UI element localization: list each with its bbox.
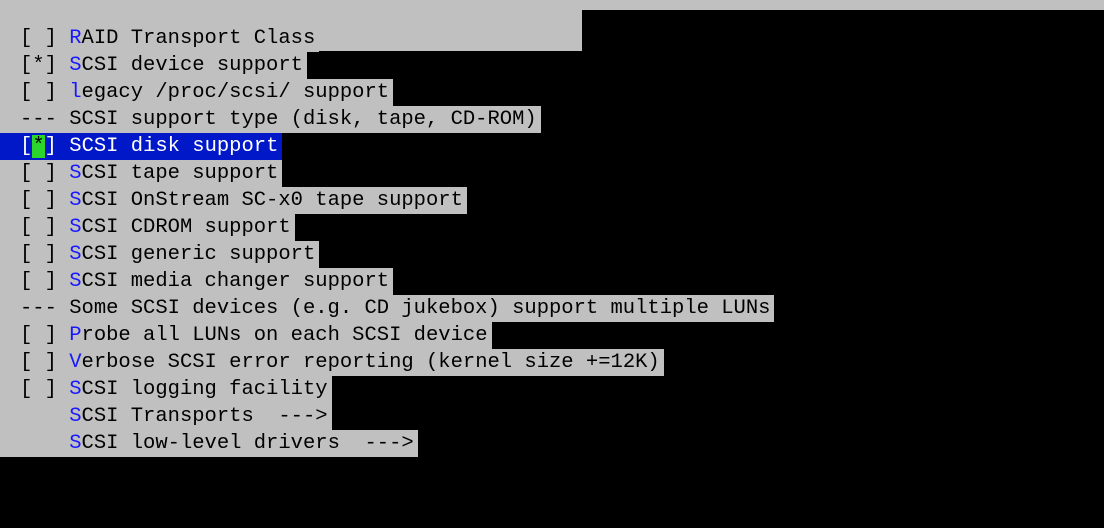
menu-item-label: CSI disk support [81,135,279,158]
hotkey-letter: S [69,243,82,266]
checkbox[interactable]: [ ] [20,162,57,185]
menu-item-line: --- SCSI support type (disk, tape, CD-RO… [0,106,541,133]
menu-item-line: [ ] SCSI generic support [0,241,320,268]
hotkey-letter: V [69,351,82,374]
menu-item[interactable]: [ ] RAID Transport Class [0,25,774,52]
hotkey-letter: S [69,378,82,401]
menu-item-label: robe all LUNs on each SCSI device [81,324,488,347]
menu-item[interactable]: [ ] Probe all LUNs on each SCSI device [0,322,774,349]
menu-frame-top [0,0,1104,10]
menu-item[interactable]: --- SCSI support type (disk, tape, CD-RO… [0,106,774,133]
checkbox[interactable]: [ ] [20,189,57,212]
menu-item-line: [ ] Verbose SCSI error reporting (kernel… [0,349,664,376]
checkbox[interactable]: [ ] [20,324,57,347]
menu-item[interactable]: [ ] SCSI OnStream SC-x0 tape support [0,187,774,214]
checkbox[interactable]: [ ] [20,81,57,104]
hotkey-letter: S [69,54,82,77]
checkbox[interactable]: [ ] [20,270,57,293]
menu-item-line: [ ] Probe all LUNs on each SCSI device [0,322,492,349]
menu-item-line: [*] SCSI device support [0,52,307,79]
menu-item[interactable]: [ ] legacy /proc/scsi/ support [0,79,774,106]
hotkey-letter: R [69,27,82,50]
hotkey-letter: S [69,270,82,293]
menu-item-line: [ ] legacy /proc/scsi/ support [0,79,394,106]
menu-item-label: SCSI support type (disk, tape, CD-ROM) [69,108,537,131]
checkbox[interactable]: [ ] [20,216,57,239]
menu-item-line: [*] SCSI disk support [0,133,283,160]
hotkey-letter: l [69,81,82,104]
checkbox[interactable]: [*] [20,54,57,77]
menu-item-label: CSI Transports ---> [81,405,328,428]
hotkey-letter: S [69,432,82,455]
menu-item-label: AID Transport Class [81,27,316,50]
hotkey-letter: S [69,189,82,212]
terminal-screen: [ ] RAID Transport Class [*] SCSI device … [0,0,1104,528]
menu-item-label: CSI OnStream SC-x0 tape support [81,189,463,212]
hotkey-letter: S [69,135,82,158]
menu-item-label: CSI CDROM support [81,216,291,239]
menu-item[interactable]: SCSI Transports ---> [0,403,774,430]
menu-item[interactable]: [ ] SCSI CDROM support [0,214,774,241]
menu-item[interactable]: [ ] SCSI logging facility [0,376,774,403]
menu-item-line: [ ] SCSI tape support [0,160,283,187]
menu-item-label: egacy /proc/scsi/ support [81,81,390,104]
menu-item-label: erbose SCSI error reporting (kernel size… [81,351,660,374]
menu-item-label: CSI low-level drivers ---> [81,432,414,455]
menu-item-line: [ ] SCSI OnStream SC-x0 tape support [0,187,467,214]
menu-item-line: [ ] RAID Transport Class [0,25,320,52]
hotkey-letter: S [69,216,82,239]
menu-item-label: CSI device support [81,54,303,77]
cursor-marker: * [32,135,45,158]
menu-item-label: Some SCSI devices (e.g. CD jukebox) supp… [69,297,771,320]
menu-item-label: CSI tape support [81,162,279,185]
checkbox[interactable]: [ ] [20,243,57,266]
menu-item-selected[interactable]: [*] SCSI disk support [0,133,774,160]
menu-item-label: CSI media changer support [81,270,390,293]
checkbox[interactable]: [ ] [20,378,57,401]
menu-item[interactable]: [ ] SCSI tape support [0,160,774,187]
checkbox[interactable]: [ ] [20,351,57,374]
menu-item[interactable]: [ ] SCSI generic support [0,241,774,268]
menu-item[interactable]: --- Some SCSI devices (e.g. CD jukebox) … [0,295,775,322]
menu-item[interactable]: [ ] Verbose SCSI error reporting (kernel… [0,349,774,376]
menu-item-line: SCSI low-level drivers ---> [0,430,418,457]
checkbox[interactable]: [*] [20,135,57,158]
menu-item-line: SCSI Transports ---> [0,403,332,430]
menu-item-line: [ ] SCSI media changer support [0,268,394,295]
menu-item-line: [ ] SCSI CDROM support [0,214,295,241]
config-menu-list: [ ] RAID Transport Class [*] SCSI device … [0,25,775,457]
menu-item[interactable]: [ ] SCSI media changer support [0,268,774,295]
hotkey-letter: S [69,162,82,185]
section-separator: --- [20,297,57,320]
hotkey-letter: P [69,324,82,347]
hotkey-letter: S [69,405,82,428]
menu-item[interactable]: SCSI low-level drivers ---> [0,430,774,457]
checkbox[interactable]: [ ] [20,27,57,50]
menu-item-label: CSI logging facility [81,378,328,401]
menu-item[interactable]: [*] SCSI device support [0,52,774,79]
menu-item-label: CSI generic support [81,243,316,266]
menu-item-line: [ ] SCSI logging facility [0,376,332,403]
section-separator: --- [20,108,57,131]
menu-item-line: --- Some SCSI devices (e.g. CD jukebox) … [0,295,775,322]
